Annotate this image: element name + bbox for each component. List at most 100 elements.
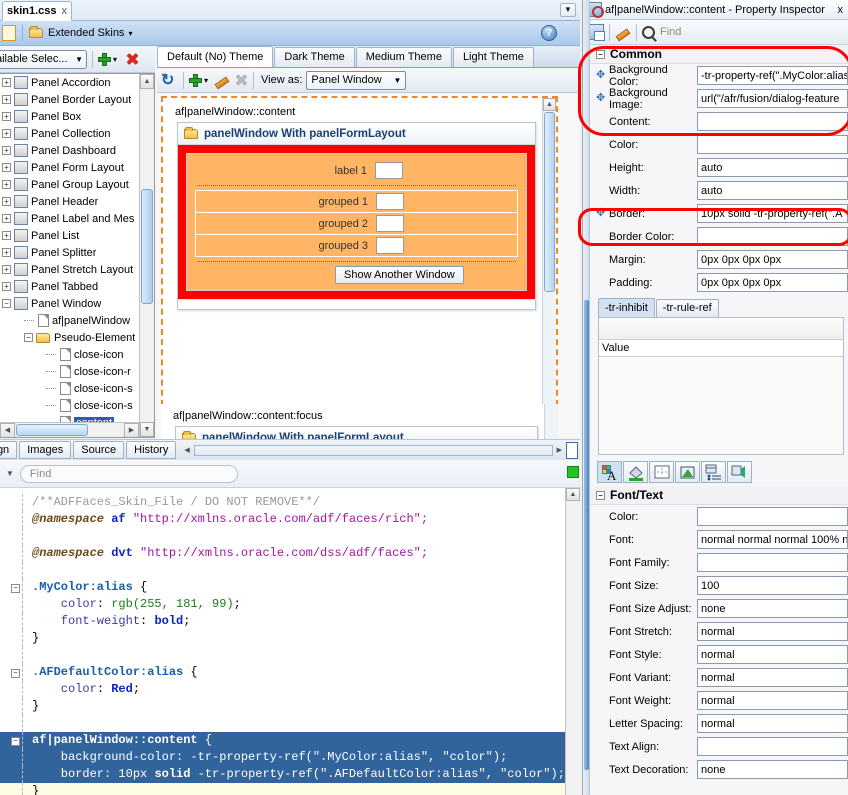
tree-expander-icon[interactable]: − xyxy=(24,333,33,342)
extended-skins-label[interactable]: Extended Skins xyxy=(48,27,124,39)
pane-scroll-thumb[interactable] xyxy=(584,300,589,770)
show-another-window-button[interactable]: Show Another Window xyxy=(335,266,464,284)
close-icon[interactable]: x xyxy=(62,5,68,17)
tree-expander-icon[interactable]: + xyxy=(2,214,11,223)
editor-hscroll-track[interactable] xyxy=(194,445,553,456)
scroll-right-icon[interactable]: ▶ xyxy=(124,423,139,438)
code-line[interactable]: color: rgb(255, 181, 99); xyxy=(0,596,565,613)
add-icon[interactable] xyxy=(98,53,111,66)
editor-mode-tab[interactable]: Source xyxy=(73,441,124,459)
selector-tree-panel[interactable]: +Panel Accordion+Panel Border Layout+Pan… xyxy=(0,73,155,438)
code-line[interactable]: font-weight: bold; xyxy=(0,613,565,630)
theme-tab[interactable]: Default (No) Theme xyxy=(157,46,273,67)
property-value-input[interactable]: normal xyxy=(697,645,848,664)
tree-item[interactable]: −Panel Window xyxy=(0,295,140,312)
tree-expander-icon[interactable]: + xyxy=(2,265,11,274)
scroll-thumb[interactable] xyxy=(16,424,88,436)
collapse-icon[interactable]: − xyxy=(11,669,20,678)
background-fill-icon[interactable] xyxy=(623,461,648,483)
tree-expander-icon[interactable]: + xyxy=(2,282,11,291)
theme-tab[interactable]: Medium Theme xyxy=(356,47,452,67)
chevron-down-icon[interactable]: ▼ xyxy=(560,3,576,17)
preview-vertical-scrollbar[interactable]: ▲ xyxy=(542,98,556,414)
code-fold-gutter[interactable]: − xyxy=(0,732,22,749)
tree-expander-icon[interactable]: + xyxy=(2,163,11,172)
code-line[interactable]: @namespace dvt "http://xmlns.oracle.com/… xyxy=(0,545,565,562)
media-icon[interactable] xyxy=(727,461,752,483)
property-value-input[interactable]: auto xyxy=(697,181,848,200)
tree-item[interactable]: af|panelWindow xyxy=(0,312,140,329)
chevron-down-icon[interactable]: ▾ xyxy=(113,55,117,64)
code-line[interactable]: background-color: -tr-property-ref(".MyC… xyxy=(0,749,565,766)
tree-expander-icon[interactable]: + xyxy=(2,95,11,104)
code-line[interactable] xyxy=(0,562,565,579)
list-table-icon[interactable] xyxy=(701,461,726,483)
inspector-subtab[interactable]: -tr-rule-ref xyxy=(656,299,719,317)
close-icon[interactable]: x xyxy=(838,4,844,16)
property-value-input[interactable]: none xyxy=(697,599,848,618)
property-value-input[interactable] xyxy=(697,553,848,572)
code-line[interactable] xyxy=(0,528,565,545)
scroll-right-icon[interactable]: ▶ xyxy=(557,446,562,454)
field-input[interactable] xyxy=(376,215,404,232)
tree-item[interactable]: +Panel Box xyxy=(0,108,140,125)
tree-item[interactable]: close-icon xyxy=(0,346,140,363)
property-find-input[interactable]: Find xyxy=(660,26,681,38)
collapse-icon[interactable]: − xyxy=(11,584,20,593)
scroll-down-icon[interactable]: ▼ xyxy=(140,422,154,437)
editor-mode-tab[interactable]: Images xyxy=(19,441,71,459)
value-grid[interactable]: Value xyxy=(598,317,844,455)
tree-item[interactable]: +Panel Header xyxy=(0,193,140,210)
property-value-input[interactable]: normal xyxy=(697,622,848,641)
tree-horizontal-scrollbar[interactable]: ◀ ▶ xyxy=(0,422,139,437)
scroll-up-icon[interactable]: ▲ xyxy=(543,98,556,111)
chevron-down-icon[interactable]: ▾ xyxy=(128,29,132,38)
scroll-left-icon[interactable]: ◀ xyxy=(0,423,15,438)
available-selectors-dropdown[interactable]: ailable Selec... ▼ xyxy=(0,50,87,69)
refresh-icon[interactable] xyxy=(161,73,178,88)
editor-mode-tab[interactable]: History xyxy=(126,441,176,459)
help-icon[interactable]: ? xyxy=(541,25,557,41)
collapse-icon[interactable]: − xyxy=(11,737,20,746)
code-line[interactable]: −af|panelWindow::content { xyxy=(0,732,565,749)
collapse-icon[interactable]: − xyxy=(596,50,605,59)
editor-mode-tab[interactable]: sign xyxy=(0,441,17,459)
tree-item[interactable]: close-icon-r xyxy=(0,363,140,380)
scroll-thumb[interactable] xyxy=(544,112,555,292)
tree-item[interactable]: +Panel Group Layout xyxy=(0,176,140,193)
code-line[interactable]: −.AFDefaultColor:alias { xyxy=(0,664,565,681)
delete-icon[interactable] xyxy=(125,52,139,66)
property-value-input[interactable]: 100 xyxy=(697,576,848,595)
preview-selection-box[interactable]: af|panelWindow::content panelWindow With… xyxy=(161,96,558,416)
selector-tree[interactable]: +Panel Accordion+Panel Border Layout+Pan… xyxy=(0,74,140,431)
tree-item[interactable]: +Panel Tabbed xyxy=(0,278,140,295)
field-input[interactable] xyxy=(375,162,403,179)
property-value-input[interactable]: url("/afr/fusion/dialog-feature xyxy=(697,89,848,108)
tree-expander-icon[interactable]: + xyxy=(2,180,11,189)
editor-split-button[interactable] xyxy=(566,442,578,459)
property-value-input[interactable]: 10px solid -tr-property-ref(".A xyxy=(697,204,848,223)
tree-item[interactable]: +Panel Splitter xyxy=(0,244,140,261)
code-line[interactable] xyxy=(0,647,565,664)
code-fold-gutter[interactable]: − xyxy=(0,579,22,596)
tree-expander-icon[interactable]: + xyxy=(2,197,11,206)
code-line[interactable]: border: 10px solid -tr-property-ref(".AF… xyxy=(0,766,565,783)
scroll-left-icon[interactable]: ◀ xyxy=(184,446,189,454)
property-value-input[interactable]: 0px 0px 0px 0px xyxy=(697,273,848,292)
property-value-input[interactable]: normal xyxy=(697,714,848,733)
add-icon[interactable] xyxy=(189,74,202,87)
field-input[interactable] xyxy=(376,193,404,210)
tree-item[interactable]: −Pseudo-Element xyxy=(0,329,140,346)
code-line[interactable]: color: Red; xyxy=(0,681,565,698)
chevron-down-icon[interactable]: ▼ xyxy=(6,469,14,478)
property-value-input[interactable]: none xyxy=(697,760,848,779)
code-line[interactable] xyxy=(0,715,565,732)
tree-expander-icon[interactable]: + xyxy=(2,129,11,138)
code-vertical-scrollbar[interactable]: ▲ xyxy=(565,488,580,795)
tree-expander-icon[interactable]: + xyxy=(2,112,11,121)
tree-expander-icon[interactable]: − xyxy=(2,299,11,308)
code-line[interactable]: −.MyColor:alias { xyxy=(0,579,565,596)
tree-item[interactable]: +Panel Stretch Layout xyxy=(0,261,140,278)
css-source-text[interactable]: /**ADFFaces_Skin_File / DO NOT REMOVE**/… xyxy=(0,488,565,795)
tree-item[interactable]: +Panel List xyxy=(0,227,140,244)
